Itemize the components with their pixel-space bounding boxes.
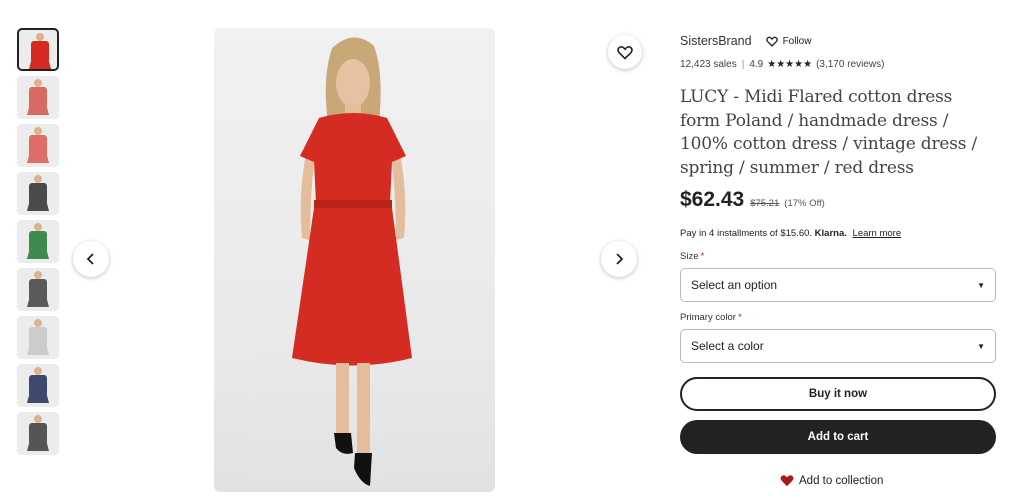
caret-down-icon: ▼ <box>977 280 985 290</box>
primary-color-label: Primary color * <box>680 312 742 323</box>
thumbnail-figure-head <box>34 175 42 183</box>
thumbnail-navy[interactable] <box>17 364 59 407</box>
product-photo <box>292 37 412 486</box>
sales-count: 12,423 sales <box>680 59 737 70</box>
favorite-button[interactable] <box>608 35 642 69</box>
thumbnail-graphite[interactable] <box>17 412 59 455</box>
klarna-installments: Pay in 4 installments of $15.60. Klarna.… <box>680 228 901 239</box>
thumbnail-charcoal[interactable] <box>17 172 59 215</box>
size-label-text: Size <box>680 251 699 262</box>
shop-row: SistersBrand Follow <box>680 34 811 48</box>
buy-now-button[interactable]: Buy it now <box>680 377 996 411</box>
previous-image-button[interactable] <box>73 241 109 277</box>
installments-text: Pay in 4 installments of $15.60. <box>680 228 813 239</box>
thumbnail-figure-head <box>34 319 42 327</box>
thumbnail-figure-head <box>34 223 42 231</box>
shop-name[interactable]: SistersBrand <box>680 34 752 48</box>
star-rating-icon: ★★★★★ <box>767 59 813 70</box>
color-select-value: Select a color <box>691 339 764 353</box>
original-price: $75.21 <box>750 198 780 209</box>
add-to-collection-label: Add to collection <box>799 474 884 487</box>
discount-badge: (17% Off) <box>784 198 825 209</box>
thumbnail-dark-grey[interactable] <box>17 268 59 311</box>
thumbnail-red[interactable] <box>17 28 59 71</box>
current-price: $62.43 <box>680 188 745 211</box>
primary-color-label-text: Primary color <box>680 312 736 323</box>
product-title: LUCY - Midi Flared cotton dress form Pol… <box>680 87 978 178</box>
rating-value: 4.9 <box>749 59 764 70</box>
primary-color-select[interactable]: Select a color ▼ <box>680 329 996 363</box>
follow-button[interactable]: Follow <box>765 35 812 47</box>
thumbnail-figure-head <box>36 33 44 41</box>
required-marker: * <box>737 312 742 323</box>
thumbnail-green[interactable] <box>17 220 59 263</box>
price-row: $62.43 $75.21 (17% Off) <box>680 188 825 212</box>
add-to-cart-button[interactable]: Add to cart <box>680 420 996 454</box>
thumbnail-figure-head <box>34 127 42 135</box>
add-to-collection-button[interactable]: Add to collection <box>780 474 883 487</box>
shop-stats: 12,423 sales | 4.9 ★★★★★ (3,170 reviews) <box>680 59 884 70</box>
next-image-button[interactable] <box>601 241 637 277</box>
klarna-brand: Klarna. <box>814 228 847 239</box>
chevron-right-icon <box>616 253 624 265</box>
thumbnail-coral-2[interactable] <box>17 124 59 167</box>
required-marker: * <box>700 251 705 262</box>
size-select[interactable]: Select an option ▼ <box>680 268 996 302</box>
dress-top <box>300 113 406 203</box>
chevron-left-icon <box>86 253 94 265</box>
heart-outline-icon <box>617 45 633 60</box>
heart-filled-icon <box>780 475 794 487</box>
size-label: Size * <box>680 251 704 262</box>
learn-more-link[interactable]: Learn more <box>853 228 902 239</box>
caret-down-icon: ▼ <box>977 341 985 351</box>
thumbnail-figure-head <box>34 79 42 87</box>
size-select-value: Select an option <box>691 278 778 292</box>
product-image[interactable] <box>214 28 495 492</box>
follow-label: Follow <box>782 35 812 47</box>
thumbnail-figure-head <box>34 271 42 279</box>
stats-divider: | <box>741 59 745 70</box>
heart-outline-icon <box>765 36 778 47</box>
thumbnail-figure-head <box>34 367 42 375</box>
thumbnail-figure-head <box>34 415 42 423</box>
thumbnail-list <box>17 28 61 460</box>
thumbnail-coral[interactable] <box>17 76 59 119</box>
review-count[interactable]: (3,170 reviews) <box>816 59 884 70</box>
thumbnail-light-grey[interactable] <box>17 316 59 359</box>
